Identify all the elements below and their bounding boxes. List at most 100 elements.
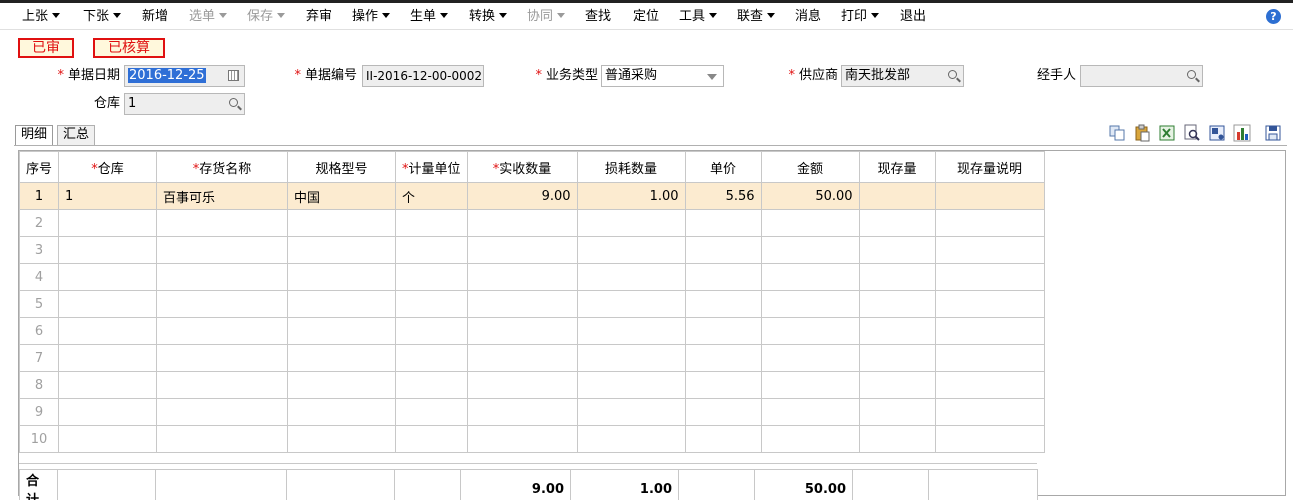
table-cell[interactable] <box>934 344 1045 372</box>
toolbar-item[interactable]: 工具 <box>679 8 718 26</box>
preview-icon[interactable] <box>1183 124 1201 142</box>
table-cell[interactable]: 1 <box>58 182 158 210</box>
chart-icon[interactable] <box>1233 124 1251 142</box>
table-cell[interactable] <box>576 398 686 426</box>
table-cell[interactable] <box>934 290 1045 318</box>
column-header[interactable]: *实收数量 <box>466 151 578 183</box>
table-cell[interactable] <box>466 209 578 237</box>
table-cell[interactable] <box>858 371 936 399</box>
table-cell[interactable]: 个 <box>395 182 468 210</box>
docno-field[interactable]: II-2016-12-00-0002 <box>362 65 484 87</box>
table-cell[interactable] <box>858 425 936 453</box>
table-cell[interactable] <box>58 344 158 372</box>
table-row[interactable]: 7 <box>18 344 1045 372</box>
table-cell[interactable] <box>58 209 158 237</box>
toolbar-item[interactable]: 打印 <box>841 8 880 26</box>
table-cell[interactable] <box>58 236 158 264</box>
toolbar-item[interactable]: 消息 <box>795 8 821 26</box>
table-cell[interactable] <box>58 263 158 291</box>
table-cell[interactable] <box>576 425 686 453</box>
table-cell[interactable] <box>156 425 289 453</box>
copy-icon[interactable] <box>1108 124 1126 142</box>
table-cell[interactable] <box>858 344 936 372</box>
table-row[interactable]: 10 <box>18 425 1045 453</box>
table-cell[interactable] <box>466 371 578 399</box>
table-row[interactable]: 9 <box>18 398 1045 426</box>
warehouse-field[interactable]: 1 <box>124 93 245 115</box>
table-cell[interactable] <box>287 317 397 345</box>
table-cell[interactable] <box>760 290 860 318</box>
table-cell[interactable] <box>395 344 468 372</box>
table-cell[interactable] <box>684 344 762 372</box>
table-cell[interactable] <box>466 344 578 372</box>
table-cell[interactable] <box>684 371 762 399</box>
table-row[interactable]: 3 <box>18 236 1045 264</box>
table-cell[interactable] <box>934 182 1045 210</box>
table-cell[interactable] <box>395 398 468 426</box>
toolbar-item[interactable]: 上张 <box>22 8 61 26</box>
toolbar-item[interactable]: 弃审 <box>306 8 332 26</box>
table-cell[interactable] <box>934 371 1045 399</box>
table-cell[interactable] <box>684 317 762 345</box>
table-cell[interactable] <box>287 344 397 372</box>
column-header[interactable]: 现存量 <box>858 151 936 183</box>
table-row[interactable]: 6 <box>18 317 1045 345</box>
table-cell[interactable] <box>58 398 158 426</box>
chevron-down-icon[interactable] <box>707 74 717 80</box>
table-cell[interactable] <box>760 236 860 264</box>
table-cell[interactable] <box>156 290 289 318</box>
column-header[interactable]: *仓库 <box>58 151 158 183</box>
table-cell[interactable] <box>934 263 1045 291</box>
table-cell[interactable]: 1.00 <box>576 182 686 210</box>
table-cell[interactable] <box>287 290 397 318</box>
handler-field[interactable] <box>1080 65 1203 87</box>
table-cell[interactable] <box>684 209 762 237</box>
search-icon[interactable] <box>229 98 238 107</box>
column-header[interactable]: *计量单位 <box>395 151 468 183</box>
toolbar-item[interactable]: 查找 <box>585 8 611 26</box>
table-cell[interactable] <box>395 317 468 345</box>
table-cell[interactable] <box>156 317 289 345</box>
toolbar-item[interactable]: 协同 <box>527 8 566 26</box>
toolbar-item[interactable]: 操作 <box>352 8 391 26</box>
table-cell[interactable] <box>760 344 860 372</box>
table-cell[interactable] <box>576 371 686 399</box>
table-cell[interactable] <box>576 290 686 318</box>
table-cell[interactable] <box>395 290 468 318</box>
table-cell[interactable] <box>156 371 289 399</box>
table-cell[interactable] <box>934 209 1045 237</box>
table-cell[interactable] <box>760 209 860 237</box>
table-cell[interactable] <box>684 425 762 453</box>
table-cell[interactable] <box>395 236 468 264</box>
table-cell[interactable] <box>466 290 578 318</box>
toolbar-item[interactable]: 生单 <box>410 8 449 26</box>
paste-icon[interactable] <box>1133 124 1151 142</box>
table-cell[interactable] <box>156 398 289 426</box>
table-cell[interactable] <box>287 398 397 426</box>
biztype-select[interactable]: 普通采购 <box>601 65 724 87</box>
date-field[interactable]: 2016-12-25 <box>124 65 245 87</box>
table-cell[interactable] <box>858 182 936 210</box>
table-cell[interactable] <box>934 317 1045 345</box>
toolbar-item[interactable]: 转换 <box>469 8 508 26</box>
table-cell[interactable] <box>684 236 762 264</box>
table-cell[interactable] <box>395 425 468 453</box>
table-cell[interactable] <box>466 398 578 426</box>
table-cell[interactable] <box>466 425 578 453</box>
table-cell[interactable]: 5.56 <box>684 182 762 210</box>
layout-icon[interactable] <box>1208 124 1226 142</box>
table-row[interactable]: 1 1 百事可乐 中国个 9.00 1.00 5.56 50.00 <box>18 182 1045 210</box>
table-cell[interactable]: 百事可乐 <box>156 182 289 210</box>
table-cell[interactable] <box>934 236 1045 264</box>
table-cell[interactable] <box>858 317 936 345</box>
column-header[interactable]: *存货名称 <box>156 151 289 183</box>
tab-detail[interactable]: 明细 <box>15 125 54 146</box>
supplier-field[interactable]: 南天批发部 <box>841 65 964 87</box>
table-cell[interactable] <box>287 371 397 399</box>
table-cell[interactable]: 中国 <box>287 182 397 210</box>
table-cell[interactable] <box>576 236 686 264</box>
table-cell[interactable] <box>684 398 762 426</box>
table-cell[interactable] <box>760 398 860 426</box>
toolbar-item[interactable]: 下张 <box>83 8 122 26</box>
table-cell[interactable] <box>156 236 289 264</box>
